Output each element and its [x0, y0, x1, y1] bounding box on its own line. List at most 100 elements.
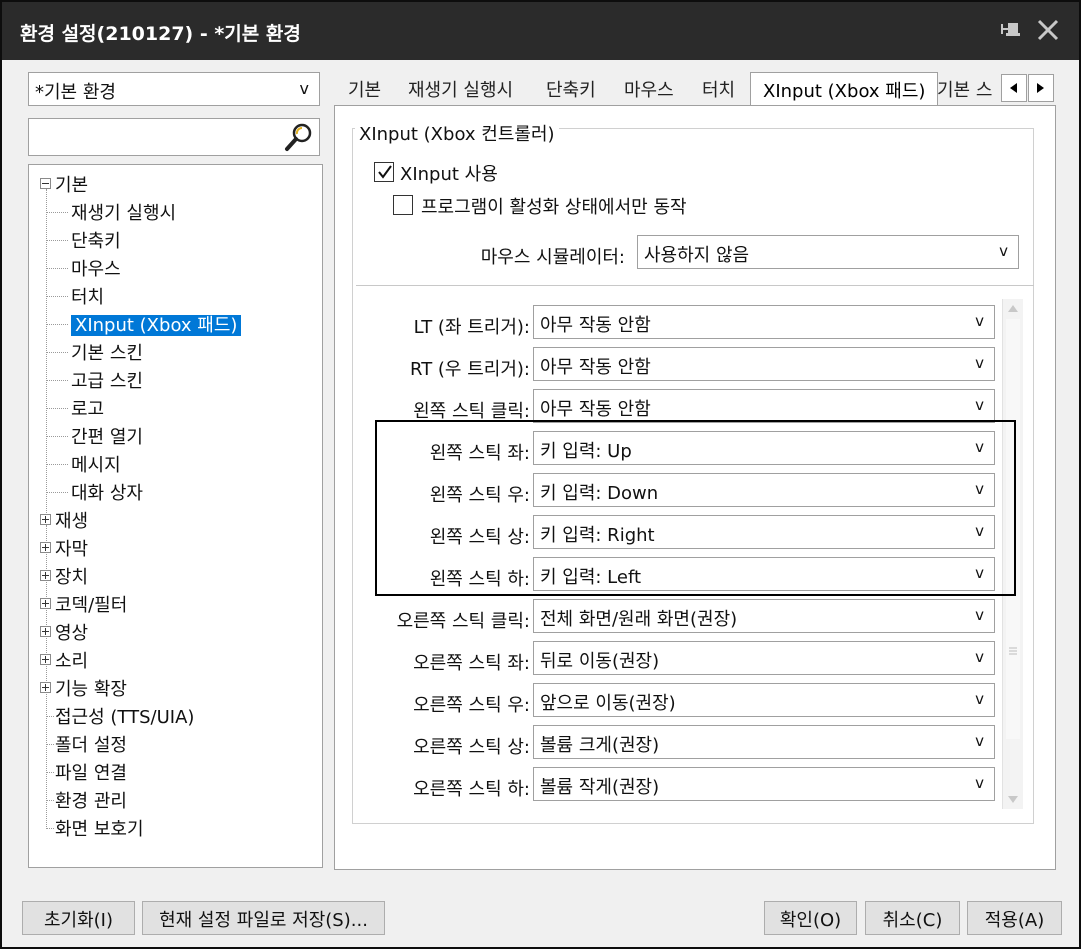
title-bar[interactable]: 환경 설정(210127) - *기본 환경: [2, 2, 1079, 60]
tree-item[interactable]: 로고: [71, 395, 104, 421]
tree-item[interactable]: 기본: [55, 171, 88, 197]
mapping-select[interactable]: 아무 작동 안함 v: [533, 305, 995, 339]
mouse-simulator-select[interactable]: 사용하지 않음 v: [637, 235, 1019, 269]
tree-item-label: XInput (Xbox 패드): [71, 315, 242, 336]
tree-connector: [46, 716, 54, 717]
tree-item[interactable]: 대화 상자: [71, 479, 143, 505]
tree-item-label: 재생: [55, 511, 89, 532]
mapping-value: 아무 작동 안함: [540, 399, 651, 420]
tree-connector: [46, 408, 68, 409]
tree-item-label: 파일 연결: [55, 763, 127, 784]
expand-plus-icon[interactable]: [40, 682, 51, 693]
tab-basic-skin[interactable]: 기본 스: [937, 76, 992, 106]
tree-item[interactable]: 재생: [55, 507, 88, 533]
expand-plus-icon[interactable]: [40, 598, 51, 609]
settings-tree[interactable]: 기본재생기 실행시단축키마우스 터치 XInput (Xbox 패드) 기본 스킨고급…: [28, 164, 323, 868]
tab-touch[interactable]: 터치: [702, 76, 735, 106]
mapping-value: 아무 작동 안함: [540, 357, 651, 378]
settings-window: 환경 설정(210127) - *기본 환경 *기본 환경 v 기본 재생기 실행…: [0, 0, 1081, 949]
tree-item[interactable]: 단축키: [71, 227, 121, 253]
chevron-down-icon: v: [975, 648, 984, 666]
tree-item-label: 기본: [55, 175, 89, 196]
tree-item[interactable]: 화면 보호기: [55, 815, 144, 841]
xinput-enable-checkbox[interactable]: [374, 162, 394, 182]
tab-player-start[interactable]: 재생기 실행시: [408, 76, 513, 106]
mapping-select[interactable]: 볼륨 크게(권장) v: [533, 725, 995, 759]
mapping-select[interactable]: 아무 작동 안함 v: [533, 389, 995, 423]
tree-item[interactable]: 간편 열기: [71, 423, 143, 449]
mapping-label: 오른쪽 스틱 하:: [413, 779, 530, 800]
mapping-label: 오른쪽 스틱 좌:: [413, 653, 530, 674]
chevron-down-icon: v: [975, 396, 984, 414]
tree-item[interactable]: 기본 스킨: [71, 339, 143, 365]
search-icon[interactable]: [283, 121, 315, 153]
expand-plus-icon[interactable]: [40, 542, 51, 553]
expand-plus-icon[interactable]: [40, 514, 51, 525]
tab-shortcuts[interactable]: 단축키: [546, 76, 596, 106]
tree-connector: [46, 380, 68, 381]
tree-item[interactable]: 코덱/필터: [55, 591, 127, 617]
chevron-down-icon: v: [299, 79, 309, 98]
mouse-simulator-value: 사용하지 않음: [644, 245, 750, 266]
mapping-label: 오른쪽 스틱 우:: [413, 695, 530, 716]
tree-item[interactable]: 폴더 설정: [55, 731, 127, 757]
xinput-enable-label[interactable]: XInput 사용: [400, 160, 498, 186]
tree-item-label: 단축키: [71, 231, 121, 252]
save-settings-file-button[interactable]: 현재 설정 파일로 저장(S)...: [142, 901, 385, 935]
chevron-down-icon: v: [975, 732, 984, 750]
tree-item[interactable]: 기능 확장: [55, 675, 127, 701]
active-only-checkbox[interactable]: [393, 195, 413, 215]
mapping-select[interactable]: 볼륨 작게(권장) v: [533, 767, 995, 801]
search-input[interactable]: [28, 118, 320, 156]
tree-item[interactable]: 영상: [55, 619, 88, 645]
active-only-label[interactable]: 프로그램이 활성화 상태에서만 동작: [421, 193, 687, 219]
tree-item[interactable]: 접근성 (TTS/UIA): [55, 703, 194, 729]
tree-item[interactable]: 메시지: [71, 451, 121, 477]
tree-item-label: 기본 스킨: [71, 343, 143, 364]
tab-basic[interactable]: 기본: [348, 76, 381, 106]
tree-connector: [46, 212, 68, 213]
scroll-down-icon[interactable]: [1008, 796, 1018, 803]
expand-plus-icon[interactable]: [40, 626, 51, 637]
close-icon[interactable]: [1034, 16, 1062, 44]
tree-item[interactable]: 장치: [55, 563, 88, 589]
cancel-button[interactable]: 취소(C): [865, 901, 960, 935]
tree-item[interactable]: XInput (Xbox 패드): [71, 311, 242, 337]
tree-item[interactable]: 마우스: [71, 255, 121, 281]
scroll-up-icon[interactable]: [1008, 305, 1018, 312]
reset-button[interactable]: 초기화(I): [22, 901, 135, 935]
tree-item-label: 코덱/필터: [55, 595, 128, 616]
tree-item[interactable]: 재생기 실행시: [71, 199, 176, 225]
chevron-down-icon: v: [999, 242, 1008, 260]
tree-item[interactable]: 자막: [55, 535, 88, 561]
mapping-select[interactable]: 뒤로 이동(권장) v: [533, 641, 995, 675]
tree-item[interactable]: 고급 스킨: [71, 367, 143, 393]
tree-item-label: 재생기 실행시: [71, 203, 177, 224]
mapping-select[interactable]: 전체 화면/원래 화면(권장) v: [533, 599, 995, 633]
tab-scroll-left-button[interactable]: [1001, 74, 1027, 102]
tree-connector: [46, 744, 54, 745]
tree-connector: [46, 464, 68, 465]
mapping-value: 전체 화면/원래 화면(권장): [540, 609, 738, 630]
highlight-box: [375, 420, 1016, 596]
tree-item[interactable]: 파일 연결: [55, 759, 127, 785]
mapping-value: 볼륨 작게(권장): [540, 777, 660, 798]
ok-button[interactable]: 확인(O): [764, 901, 857, 935]
mapping-select[interactable]: 아무 작동 안함 v: [533, 347, 995, 381]
tab-mouse[interactable]: 마우스: [624, 76, 674, 106]
tree-connector: [46, 240, 68, 241]
mouse-simulator-label: 마우스 시뮬레이터:: [480, 247, 625, 268]
tree-item[interactable]: 환경 관리: [55, 787, 127, 813]
collapse-minus-icon[interactable]: [40, 178, 51, 189]
apply-button[interactable]: 적용(A): [967, 901, 1062, 935]
expand-plus-icon[interactable]: [40, 654, 51, 665]
mapping-select[interactable]: 앞으로 이동(권장) v: [533, 683, 995, 717]
tree-item[interactable]: 소리: [55, 647, 88, 673]
tab-xinput[interactable]: XInput (Xbox 패드): [750, 72, 939, 108]
expand-plus-icon[interactable]: [40, 570, 51, 581]
tab-scroll-right-button[interactable]: [1028, 74, 1054, 102]
pin-icon[interactable]: [998, 18, 1024, 44]
profile-select[interactable]: *기본 환경 v: [28, 72, 320, 106]
tree-item[interactable]: 터치: [71, 283, 104, 309]
mapping-label: 오른쪽 스틱 클릭:: [396, 611, 530, 632]
